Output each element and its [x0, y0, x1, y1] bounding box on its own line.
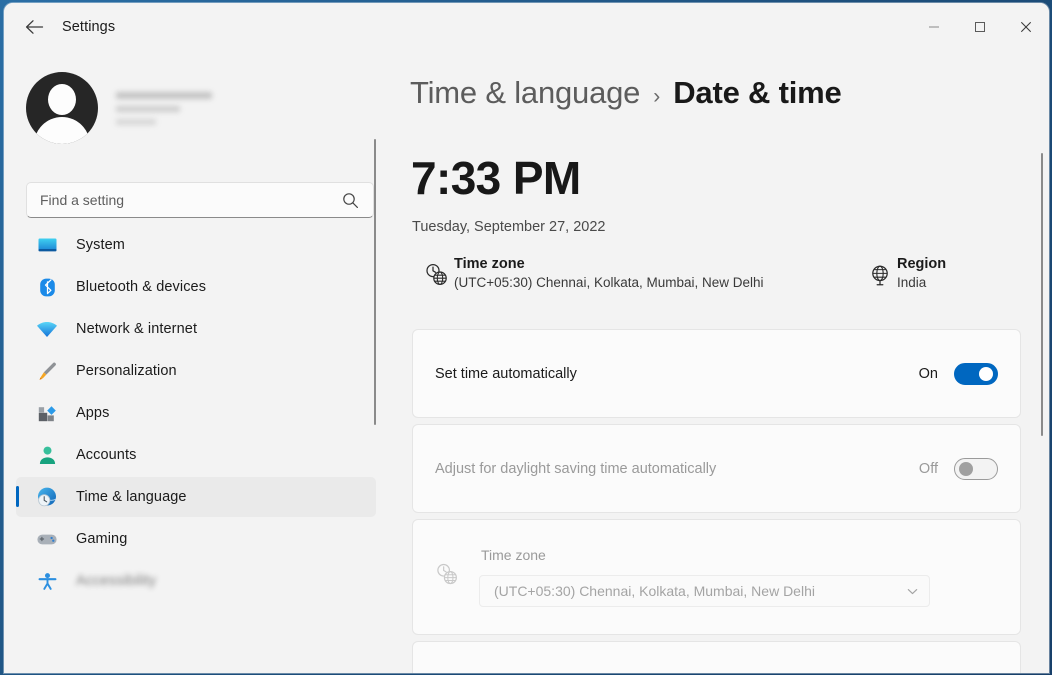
sidebar-item-label: Time & language [76, 489, 187, 505]
time-zone-caption: Time zone [481, 547, 1020, 563]
sidebar-scrollbar[interactable] [374, 139, 376, 425]
maximize-button[interactable] [957, 3, 1003, 51]
toggle-area: Off [919, 458, 998, 480]
account-card[interactable] [26, 59, 374, 157]
close-button[interactable] [1003, 3, 1049, 51]
apps-icon [36, 402, 58, 424]
search-box[interactable] [26, 182, 374, 218]
sidebar: System Bluetooth & devices [4, 51, 392, 673]
sidebar-item-time-language[interactable]: Time & language [16, 477, 376, 517]
sidebar-item-label: Accounts [76, 447, 136, 463]
breadcrumb-parent[interactable]: Time & language [410, 75, 640, 111]
sidebar-item-apps[interactable]: Apps [16, 393, 376, 433]
clock-globe-icon [424, 256, 454, 293]
summary-region: Region India [867, 256, 946, 293]
toggle-state-label: Off [919, 461, 938, 477]
minimize-icon [928, 21, 940, 33]
search-icon [342, 192, 359, 209]
current-date: Tuesday, September 27, 2022 [412, 219, 605, 235]
toggle-knob [979, 367, 993, 381]
setting-label: Adjust for daylight saving time automati… [435, 461, 716, 477]
setting-row-adjust-daylight-saving: Adjust for daylight saving time automati… [412, 424, 1021, 513]
sidebar-item-network-internet[interactable]: Network & internet [16, 309, 376, 349]
window-title: Settings [62, 19, 115, 35]
search-container [26, 182, 374, 218]
accessibility-icon [36, 570, 58, 592]
minimize-button[interactable] [911, 3, 957, 51]
sidebar-item-accounts[interactable]: Accounts [16, 435, 376, 475]
sidebar-item-gaming[interactable]: Gaming [16, 519, 376, 559]
paintbrush-icon [36, 360, 58, 382]
toggle-area: On [919, 363, 998, 385]
search-input[interactable] [40, 192, 337, 208]
time-zone-selected-value: (UTC+05:30) Chennai, Kolkata, Mumbai, Ne… [494, 583, 906, 599]
sidebar-item-label: Apps [76, 405, 109, 421]
sidebar-item-accessibility[interactable]: Accessibility [16, 561, 376, 601]
time-language-icon [36, 486, 58, 508]
summary-time-zone-value: (UTC+05:30) Chennai, Kolkata, Mumbai, Ne… [454, 275, 764, 290]
breadcrumb-separator-icon: › [653, 85, 660, 109]
title-bar: Settings [4, 3, 1049, 51]
page-title: Date & time [673, 75, 841, 111]
back-arrow-icon [25, 19, 44, 35]
summary-row: Time zone (UTC+05:30) Chennai, Kolkata, … [412, 256, 1019, 310]
bluetooth-icon [36, 276, 58, 298]
sidebar-item-label: System [76, 237, 125, 253]
navigation-list: System Bluetooth & devices [4, 225, 392, 673]
summary-time-zone-title: Time zone [454, 256, 764, 272]
toggle-state-label: On [919, 366, 938, 382]
summary-region-value: India [897, 275, 946, 290]
time-zone-body: Time zone (UTC+05:30) Chennai, Kolkata, … [479, 547, 1020, 607]
current-time: 7:33 PM [411, 151, 581, 205]
breadcrumb: Time & language › Date & time [410, 75, 842, 111]
summary-region-title: Region [897, 256, 946, 272]
settings-cards: Set time automatically On Adjust for day… [412, 329, 1021, 673]
next-setting-card-partial[interactable] [412, 641, 1021, 673]
adjust-daylight-saving-toggle [954, 458, 998, 480]
sidebar-item-label: Gaming [76, 531, 127, 547]
sidebar-item-label: Personalization [76, 363, 177, 379]
sidebar-item-label: Bluetooth & devices [76, 279, 206, 295]
settings-window: Settings [4, 3, 1049, 673]
sidebar-item-label: Network & internet [76, 321, 197, 337]
account-text-redacted [116, 92, 212, 125]
main-content: Time & language › Date & time 7:33 PM Tu… [392, 51, 1049, 673]
main-scrollbar[interactable] [1041, 153, 1043, 436]
time-zone-dropdown[interactable]: (UTC+05:30) Chennai, Kolkata, Mumbai, Ne… [479, 575, 930, 607]
back-button[interactable] [14, 11, 54, 43]
maximize-icon [974, 21, 986, 33]
time-zone-card: Time zone (UTC+05:30) Chennai, Kolkata, … [412, 519, 1021, 635]
avatar-body [34, 117, 90, 144]
sidebar-item-label: Accessibility [76, 573, 156, 589]
window-controls [911, 3, 1049, 51]
chevron-down-icon [906, 585, 919, 598]
search-button[interactable] [337, 187, 363, 213]
avatar-head [48, 84, 76, 115]
avatar [26, 72, 98, 144]
clock-globe-icon [435, 562, 479, 592]
accounts-icon [36, 444, 58, 466]
gaming-icon [36, 528, 58, 550]
setting-label: Set time automatically [435, 366, 577, 382]
set-time-automatically-toggle[interactable] [954, 363, 998, 385]
sidebar-item-system[interactable]: System [16, 225, 376, 265]
setting-row-set-time-automatically[interactable]: Set time automatically On [412, 329, 1021, 418]
sidebar-item-personalization[interactable]: Personalization [16, 351, 376, 391]
toggle-knob [959, 462, 973, 476]
close-icon [1020, 21, 1032, 33]
wifi-icon [36, 318, 58, 340]
sidebar-item-bluetooth-devices[interactable]: Bluetooth & devices [16, 267, 376, 307]
system-icon [36, 234, 58, 256]
summary-time-zone: Time zone (UTC+05:30) Chennai, Kolkata, … [424, 256, 764, 293]
globe-icon [867, 256, 897, 293]
